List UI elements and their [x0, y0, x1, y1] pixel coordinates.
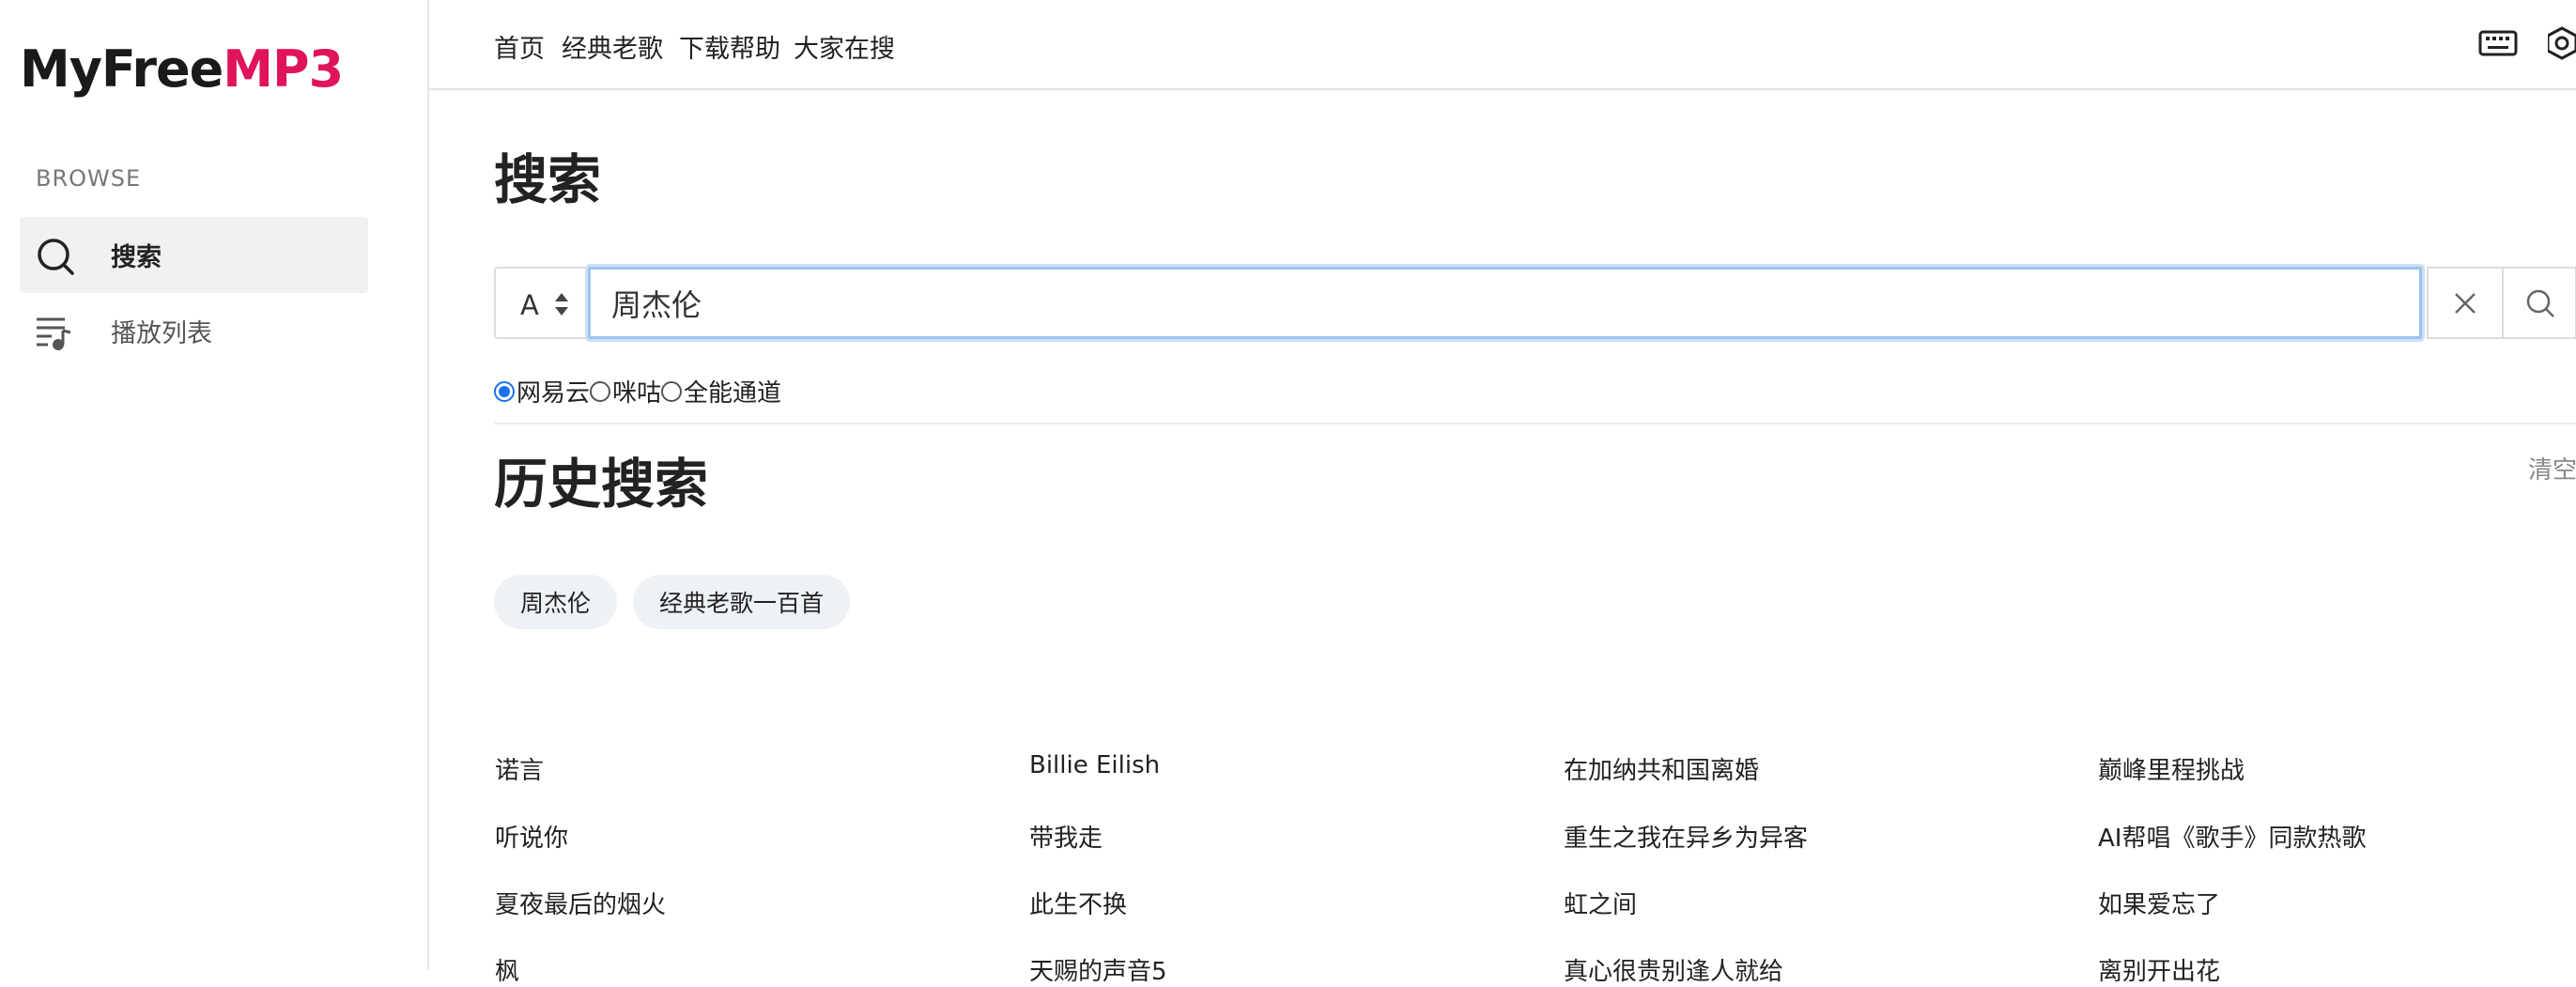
radio-unchecked[interactable] — [590, 380, 611, 402]
radio-unchecked[interactable] — [661, 380, 683, 402]
history-title: 历史搜索 — [494, 454, 708, 516]
hot-search-link[interactable]: 此生不换 — [1029, 886, 1127, 920]
sidebar-item-label: 搜索 — [111, 243, 162, 272]
divider — [494, 423, 2576, 424]
hot-search-link[interactable]: 听说你 — [495, 819, 568, 854]
hot-search-link[interactable]: 带我走 — [1029, 819, 1103, 854]
source-radio-all-channels[interactable]: 全能通道 — [661, 374, 781, 409]
search-submit-button[interactable] — [2502, 267, 2576, 339]
radio-checked[interactable] — [494, 380, 515, 402]
nav-link-trending[interactable]: 大家在搜 — [794, 28, 895, 65]
history-chip[interactable]: 经典老歌一百首 — [633, 575, 851, 629]
logo-text-primary: MyFree — [20, 39, 224, 99]
search-type-value: A — [520, 289, 539, 321]
clear-history-button[interactable]: 清空 — [2528, 451, 2576, 486]
sidebar-item-label: 播放列表 — [111, 319, 212, 348]
sort-arrows-icon — [554, 291, 569, 321]
nav-link-classics[interactable]: 经典老歌 — [562, 28, 663, 65]
hot-search-link[interactable]: 巅峰里程挑战 — [2098, 751, 2244, 786]
radio-label: 网易云 — [517, 379, 591, 408]
search-type-select[interactable]: A — [494, 267, 588, 339]
nav-link-download-help[interactable]: 下载帮助 — [679, 28, 780, 65]
history-chips: 周杰伦 经典老歌一百首 — [494, 575, 851, 629]
hot-search-link[interactable]: 虹之间 — [1564, 886, 1637, 920]
page-title: 搜索 — [494, 149, 601, 211]
playlist-icon — [35, 312, 76, 353]
hot-search-link[interactable]: 诺言 — [495, 751, 544, 786]
source-radio-netease[interactable]: 网易云 — [494, 374, 590, 409]
settings-icon[interactable] — [2546, 24, 2576, 66]
sidebar-item-search[interactable]: 搜索 — [20, 217, 368, 293]
search-icon — [35, 236, 76, 277]
source-radio-migu[interactable]: 咪咕 — [590, 374, 661, 409]
hot-search-link[interactable]: AI帮唱《歌手》同款热歌 — [2098, 819, 2366, 854]
keyboard-icon[interactable] — [2478, 24, 2518, 66]
hot-search-link[interactable]: 如果爱忘了 — [2098, 886, 2220, 920]
hot-search-link[interactable]: 重生之我在异乡为异客 — [1564, 819, 1808, 854]
top-navigation: 首页 经典老歌 下载帮助 大家在搜 — [429, 0, 2576, 90]
sidebar: MyFreeMP3 BROWSE 搜索 播放列表 — [0, 0, 429, 970]
hot-search-link[interactable]: 夏夜最后的烟火 — [495, 886, 666, 920]
app-logo[interactable]: MyFreeMP3 — [20, 39, 344, 99]
radio-label: 咪咕 — [612, 379, 662, 408]
hot-search-link[interactable]: Billie Eilish — [1029, 751, 1160, 779]
search-input[interactable] — [588, 267, 2422, 339]
nav-link-home[interactable]: 首页 — [494, 28, 545, 65]
logo-text-accent: MP3 — [223, 39, 344, 99]
search-icon — [2524, 287, 2556, 323]
hot-search-link[interactable]: 在加纳共和国离婚 — [1564, 751, 1759, 786]
sidebar-section-label: BROWSE — [36, 165, 142, 192]
history-chip[interactable]: 周杰伦 — [494, 575, 618, 629]
sidebar-item-playlist[interactable]: 播放列表 — [20, 293, 368, 369]
source-options: 网易云 咪咕 全能通道 — [494, 374, 781, 409]
clear-search-button[interactable] — [2427, 267, 2502, 339]
radio-label: 全能通道 — [684, 379, 782, 408]
close-icon — [2451, 289, 2479, 321]
